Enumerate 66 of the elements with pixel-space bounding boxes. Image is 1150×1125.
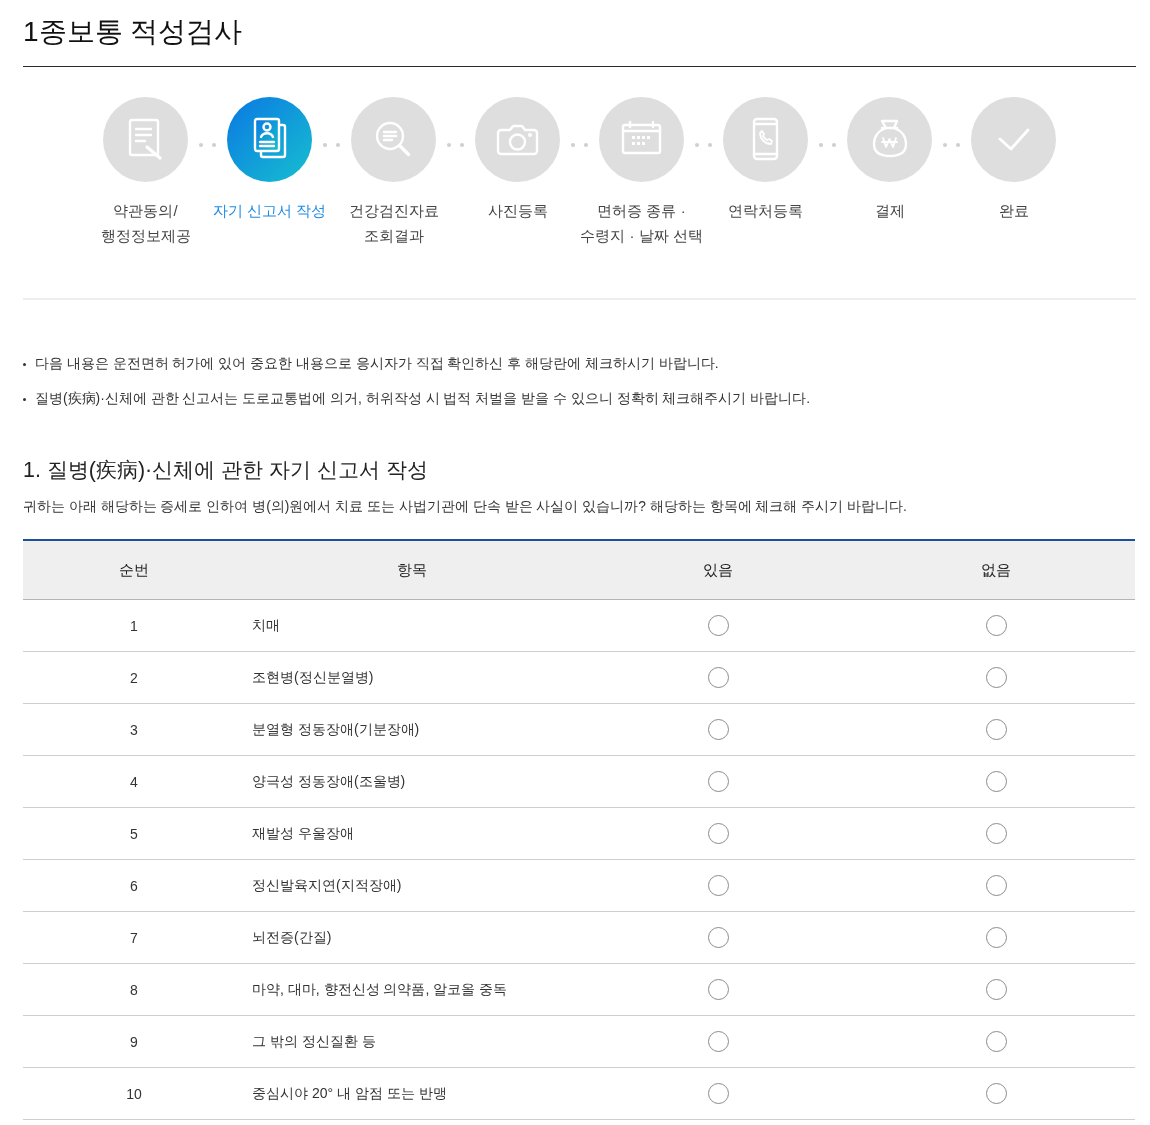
row-number: 8: [130, 981, 138, 998]
step-label: 완료: [998, 201, 1029, 221]
connector-dots-icon: [199, 142, 216, 147]
item-text: 양극성 정동장애(조울병): [252, 773, 406, 789]
item-text: 정신발육지연(지적장애): [252, 877, 402, 893]
item-text: 재발성 우울장애: [252, 825, 354, 841]
connector-dots-icon: [695, 142, 712, 147]
radio-button[interactable]: [707, 823, 729, 844]
notice-text: 다음 내용은 운전면허 허가에 있어 중요한 내용으로 응시자가 직접 확인하신 후 해당란에 체크하시기 바랍니다.: [35, 355, 719, 373]
step-label: 약관동의/ 행정정보제공: [100, 201, 191, 246]
connector-dots-icon: [943, 142, 960, 147]
radio-button[interactable]: [707, 1083, 729, 1104]
item-text: 조현병(정신분열병): [252, 669, 374, 685]
item-text: 치매: [252, 617, 280, 633]
row-number: 5: [130, 825, 138, 842]
radio-button[interactable]: [985, 1031, 1007, 1052]
notice-text: 질병(疾病)·신체에 관한 신고서는 도로교통법에 의거, 허위작성 시 법적 처벌을 받을 수 있으니 정확히 체크해주시기 바랍니다.: [35, 390, 811, 408]
bullet-icon: [23, 397, 26, 401]
radio-button[interactable]: [985, 771, 1007, 792]
column-header: 항목: [397, 560, 427, 578]
radio-button[interactable]: [707, 719, 729, 740]
radio-button[interactable]: [985, 1083, 1007, 1104]
radio-button[interactable]: [985, 927, 1007, 948]
row-number: 10: [126, 1085, 142, 1102]
connector-dots-icon: [447, 142, 464, 147]
radio-button[interactable]: [985, 875, 1007, 896]
item-text: 뇌전증(간질): [252, 929, 332, 945]
radio-button[interactable]: [985, 823, 1007, 844]
section-description: 귀하는 아래 해당하는 증세로 인하여 병(의)원에서 치료 또는 사법기관에 단속 받은 사실이 있습니까? 해당하는 항목에 체크해 주시기 바랍니다.: [23, 498, 908, 516]
radio-button[interactable]: [985, 667, 1007, 688]
item-text: 그 밖의 정신질환 등: [252, 1033, 376, 1049]
step-label: 면허증 종류 · 수령지 · 날짜 선택: [580, 201, 703, 246]
radio-button[interactable]: [707, 875, 729, 896]
radio-button[interactable]: [707, 771, 729, 792]
step-label: 사진등록: [487, 201, 548, 221]
column-header: 있음: [703, 560, 733, 578]
radio-button[interactable]: [707, 1031, 729, 1052]
item-text: 마약, 대마, 향전신성 의약품, 알코올 중독: [252, 981, 508, 997]
radio-button[interactable]: [985, 615, 1007, 636]
radio-button[interactable]: [985, 979, 1007, 1000]
row-number: 2: [130, 669, 138, 686]
item-text: 중심시야 20° 내 암점 또는 반맹: [252, 1085, 447, 1101]
step-label: 결제: [874, 201, 905, 221]
step-label: 연락처등록: [728, 201, 803, 221]
connector-dots-icon: [571, 142, 588, 147]
step-label: 자기 신고서 작성: [212, 201, 327, 221]
section-heading: 1. 질병(疾病)·신체에 관한 자기 신고서 작성: [23, 457, 428, 484]
step-label: 건강검진자료 조회결과: [348, 201, 439, 246]
radio-button[interactable]: [707, 615, 729, 636]
radio-button[interactable]: [707, 979, 729, 1000]
row-number: 9: [130, 1033, 138, 1050]
item-text: 분열형 정동장애(기분장애): [252, 721, 420, 737]
radio-button[interactable]: [985, 719, 1007, 740]
row-number: 3: [130, 721, 138, 738]
radio-button[interactable]: [707, 927, 729, 948]
row-number: 4: [130, 773, 138, 790]
row-number: 7: [130, 929, 138, 946]
row-number: 6: [130, 877, 138, 894]
connector-dots-icon: [819, 142, 836, 147]
page-title: 1종보통 적성검사: [23, 15, 243, 49]
connector-dots-icon: [323, 142, 340, 147]
radio-button[interactable]: [707, 667, 729, 688]
column-header: 순번: [119, 560, 149, 578]
column-header: 없음: [981, 560, 1011, 578]
bullet-icon: [23, 362, 26, 366]
row-number: 1: [130, 617, 138, 634]
